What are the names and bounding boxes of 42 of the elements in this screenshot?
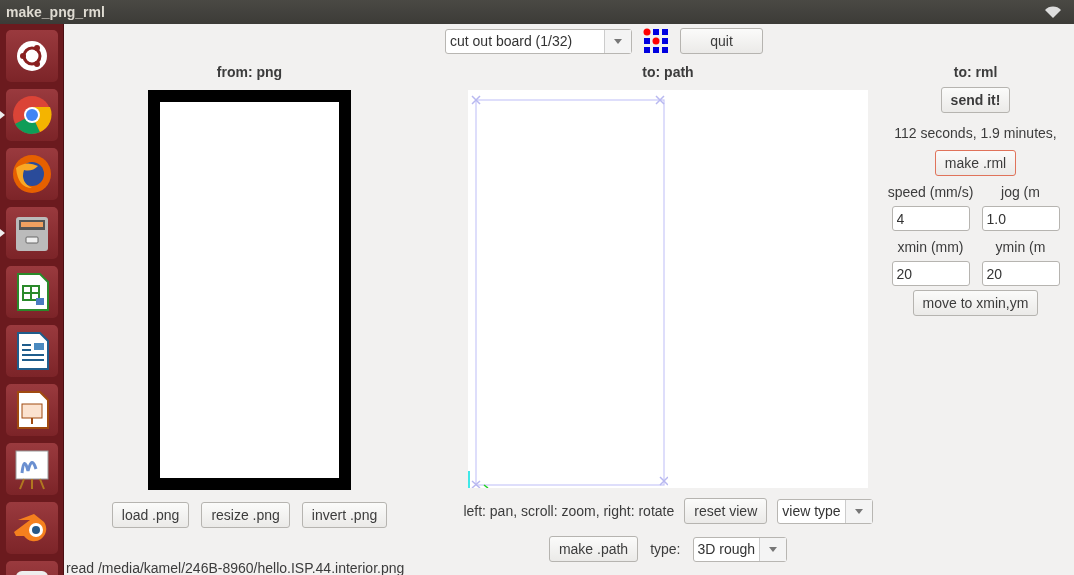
field-label: ymin (m: [995, 239, 1046, 255]
document-icon: [5, 325, 58, 377]
wifi-icon: [1044, 5, 1062, 19]
panel-heading: to: rml: [953, 63, 998, 82]
blender-icon: [5, 502, 58, 554]
field-label: jog (m: [1001, 184, 1040, 200]
navigation-hint: left: pan, scroll: zoom, right: rotate: [463, 503, 675, 519]
view-type-dropdown[interactable]: view type: [777, 498, 873, 524]
send-button[interactable]: send it!: [940, 87, 1011, 113]
type-dropdown[interactable]: 3D rough: [692, 536, 788, 562]
fox-browser-icon: [5, 148, 58, 200]
ubuntu-logo-icon: [5, 30, 58, 82]
quit-button[interactable]: quit: [680, 28, 763, 54]
input-field[interactable]: 20: [891, 261, 970, 286]
make-path-button[interactable]: make .path: [548, 536, 639, 562]
mode-dropdown[interactable]: cut out board (1/32): [445, 28, 632, 54]
field-label: speed (mm/s): [887, 184, 974, 200]
make-rml-button[interactable]: make .rml: [934, 150, 1017, 176]
field-label: xmin (mm): [897, 239, 964, 255]
status-text: read /media/kamel/246B-8960/hello.ISP.44.interior.png: [65, 561, 406, 575]
caret-icon: [614, 38, 622, 44]
browser-icon: [5, 89, 58, 141]
window-title: make_png_rml: [6, 4, 105, 20]
file-cabinet-icon: [5, 207, 58, 259]
png-button[interactable]: invert .png: [301, 502, 388, 528]
png-button[interactable]: resize .png: [201, 502, 290, 528]
type-label: type:: [650, 541, 681, 557]
move-button[interactable]: move to xmin,ym: [912, 290, 1039, 316]
caret-icon: [769, 546, 778, 552]
spreadsheet-icon: [5, 266, 58, 318]
panel-heading: to: path: [642, 63, 694, 82]
input-field[interactable]: 20: [981, 261, 1060, 286]
grid-dots-icon: [643, 28, 669, 54]
easel-icon: [5, 443, 58, 495]
input-field[interactable]: 4: [891, 206, 970, 231]
reset-view-button[interactable]: reset view: [684, 498, 768, 524]
panel-heading: from: png: [216, 63, 283, 82]
png-button[interactable]: load .png: [111, 502, 190, 528]
presentation-icon: [5, 384, 58, 436]
time-estimate: 112 seconds, 1.9 minutes,: [894, 125, 1057, 141]
input-field[interactable]: 1.0: [981, 206, 1060, 231]
caret-icon: [854, 508, 863, 514]
